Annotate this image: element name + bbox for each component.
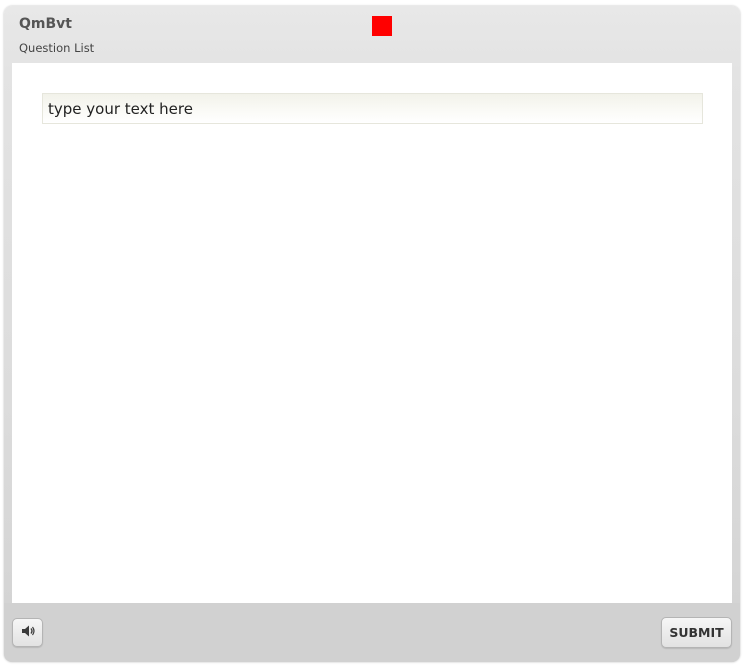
question-content-area (12, 63, 732, 603)
question-list-link[interactable]: Question List (19, 41, 94, 55)
quiz-window: QmBvt Question List SUBMIT (4, 6, 740, 662)
audio-button[interactable] (12, 618, 43, 647)
quiz-title: QmBvt (19, 16, 72, 32)
submit-button[interactable]: SUBMIT (661, 617, 732, 648)
status-marker (372, 16, 392, 36)
footer-bar: SUBMIT (4, 603, 740, 662)
speaker-icon (20, 623, 36, 642)
answer-text-input[interactable] (42, 93, 703, 124)
